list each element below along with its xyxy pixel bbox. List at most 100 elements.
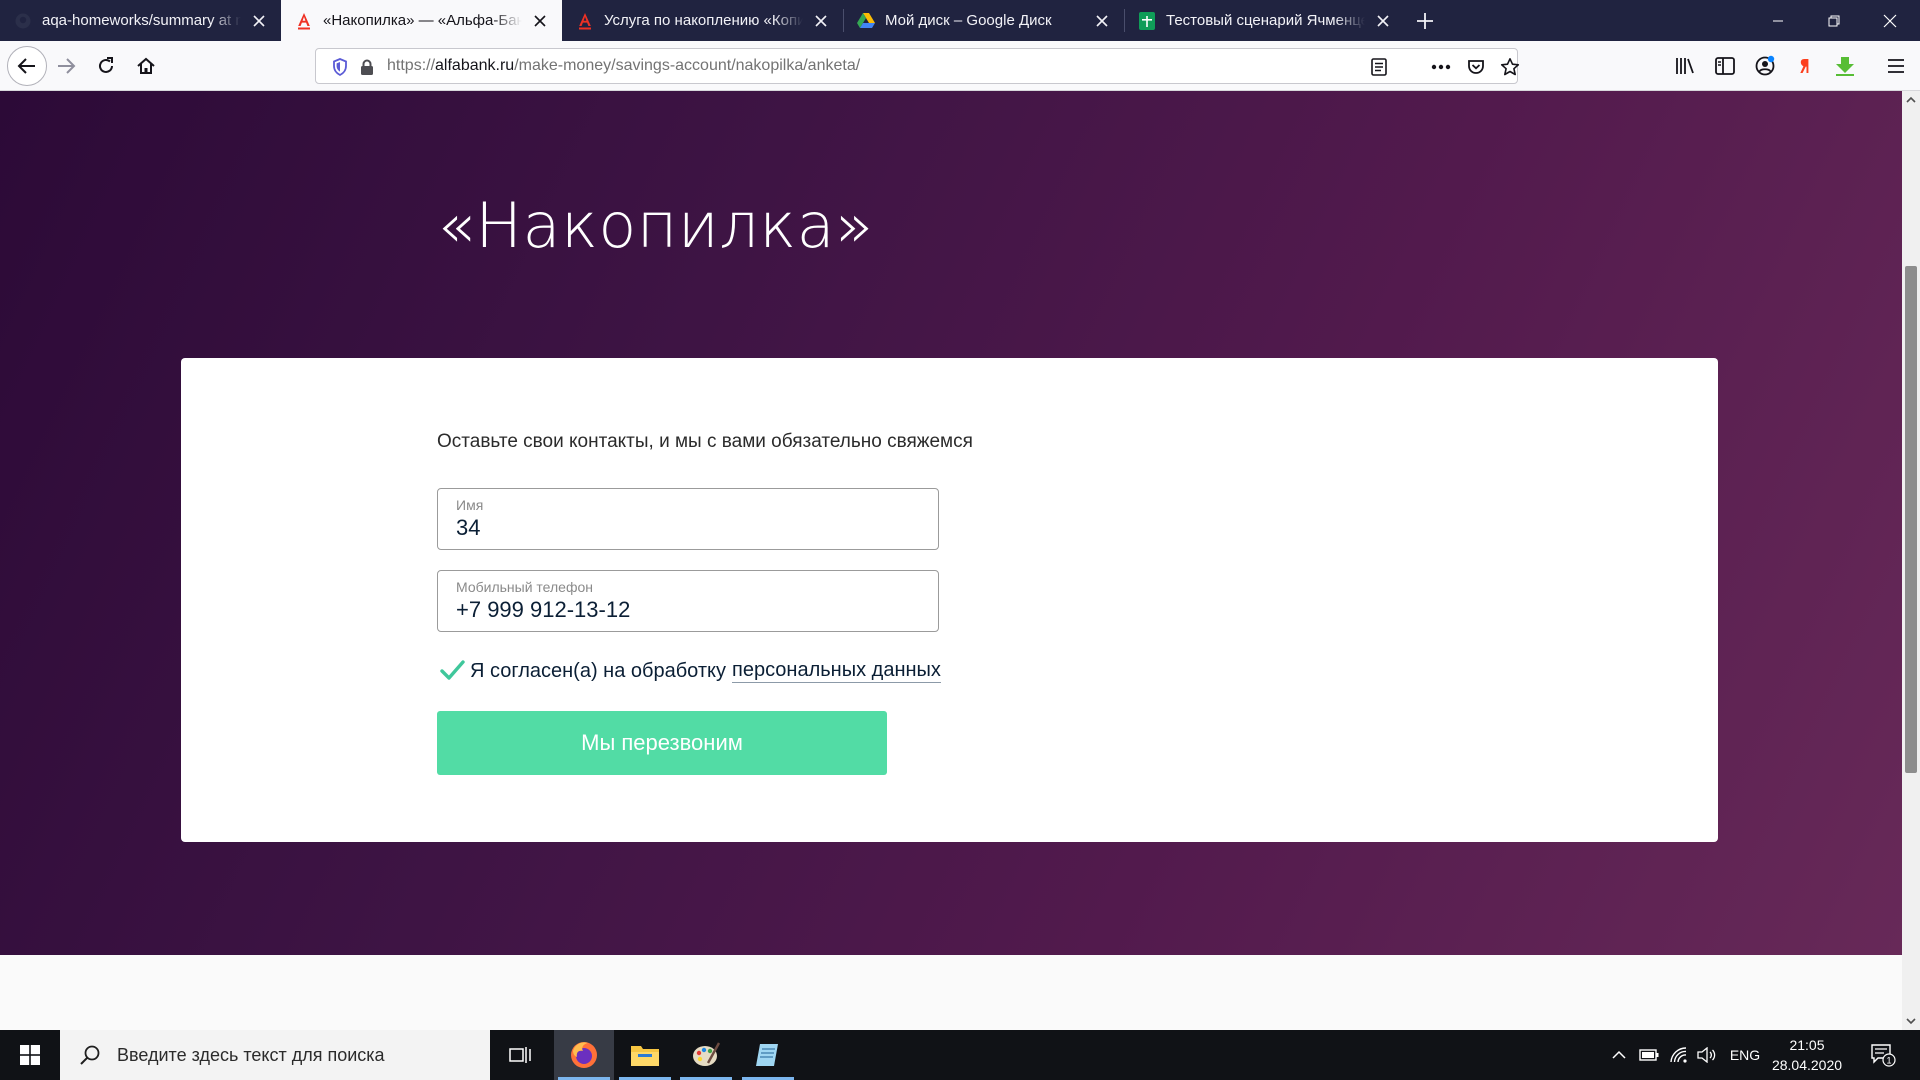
tab-github[interactable]: aqa-homeworks/summary at m [0, 0, 281, 41]
url-host: alfabank.ru [435, 57, 515, 74]
volume-button[interactable] [1693, 1030, 1721, 1080]
taskbar-firefox[interactable] [554, 1030, 614, 1080]
restore-button[interactable] [1806, 0, 1862, 41]
url-path: /make-money/savings-account/nakopilka/an… [514, 57, 861, 74]
phone-field-label: Мобильный телефон [456, 579, 593, 595]
back-button[interactable] [7, 46, 47, 86]
library-icon [1676, 58, 1694, 74]
folder-icon [631, 1046, 659, 1066]
agreement-row: Я согласен(а) на обработку персональных … [437, 656, 941, 686]
hamburger-menu-icon [1888, 59, 1904, 73]
task-view-icon [509, 1047, 531, 1063]
phone-input[interactable] [456, 597, 916, 623]
url-scheme: https:// [387, 57, 436, 74]
arrow-left-icon [17, 58, 35, 74]
windows-logo-icon [20, 1045, 40, 1065]
more-actions-icon[interactable] [1431, 57, 1451, 77]
battery-button[interactable] [1635, 1030, 1663, 1080]
windows-taskbar: Введите здесь текст для поиска ENG 21:05… [0, 1030, 1920, 1080]
tab-kopilka[interactable]: Услуга по накоплению «Копилка» [562, 0, 843, 41]
name-field-label: Имя [456, 497, 484, 513]
home-button[interactable] [130, 50, 162, 82]
close-tab-icon[interactable] [811, 11, 831, 31]
clock-date: 28.04.2020 [1771, 1057, 1843, 1073]
page-title: «Накопилка» [437, 189, 874, 262]
close-icon [1883, 14, 1897, 27]
navigation-toolbar: https://alfabank.ru/make-money/savings-a… [0, 41, 1920, 91]
reload-icon [99, 57, 113, 73]
tracking-protection-shield-icon[interactable] [330, 57, 350, 77]
tab-title: aqa-homeworks/summary at m [42, 12, 241, 29]
battery-icon [1639, 1049, 1659, 1061]
scroll-up-arrow-icon[interactable] [1902, 91, 1920, 109]
pocket-icon[interactable] [1466, 57, 1486, 77]
downloads-button[interactable] [1829, 50, 1861, 82]
callback-submit-button[interactable]: Мы перезвоним [437, 711, 887, 775]
taskbar-file-explorer[interactable] [615, 1030, 675, 1080]
google-sheets-icon [1138, 11, 1156, 30]
minimize-button[interactable] [1750, 0, 1806, 41]
close-window-button[interactable] [1862, 0, 1918, 41]
arrow-right-icon [58, 58, 76, 74]
reader-view-icon[interactable] [1369, 57, 1389, 77]
tab-title: «Накопилка» — «Альфа-Банк [323, 12, 522, 29]
notification-count: 1 [1886, 1056, 1891, 1066]
application-form-card: Оставьте свои контакты, и мы с вами обяз… [181, 358, 1718, 842]
taskbar-paint[interactable] [676, 1030, 736, 1080]
name-input[interactable] [456, 515, 916, 541]
action-center-button[interactable]: 1 [1860, 1030, 1906, 1080]
scroll-down-arrow-icon[interactable] [1902, 1012, 1920, 1030]
taskbar-clock[interactable]: 21:05 28.04.2020 [1767, 1035, 1847, 1075]
tab-google-drive[interactable]: Мой диск – Google Диск [843, 0, 1124, 41]
taskbar-notepad[interactable] [738, 1030, 798, 1080]
alfa-bank-icon [295, 12, 313, 30]
task-view-button[interactable] [490, 1030, 550, 1080]
notepad-icon [756, 1044, 778, 1066]
account-button[interactable] [1749, 50, 1781, 82]
close-tab-icon[interactable] [249, 11, 269, 31]
tab-nakopilka[interactable]: «Накопилка» — «Альфа-Банк [281, 0, 562, 41]
input-language-indicator[interactable]: ENG [1724, 1030, 1766, 1080]
scrollbar-thumb[interactable] [1905, 266, 1917, 773]
agreement-checkbox[interactable] [437, 656, 467, 686]
google-drive-icon [857, 12, 875, 30]
close-tab-icon[interactable] [1373, 11, 1393, 31]
reload-button[interactable] [90, 50, 122, 82]
name-field[interactable]: Имя [437, 488, 939, 550]
forward-button[interactable] [50, 50, 82, 82]
download-icon [1836, 57, 1854, 76]
agreement-text: Я согласен(а) на обработку [470, 659, 726, 682]
phone-field[interactable]: Мобильный телефон [437, 570, 939, 632]
close-tab-icon[interactable] [1092, 11, 1112, 31]
plus-icon [1417, 12, 1433, 29]
chevron-up-icon [1612, 1050, 1626, 1059]
account-icon [1755, 55, 1775, 76]
wifi-icon [1670, 1047, 1687, 1063]
taskbar-search-box[interactable]: Введите здесь текст для поиска [60, 1030, 490, 1080]
tab-google-sheets[interactable]: Тестовый сценарий Ячменцев [1124, 0, 1405, 41]
url-text[interactable]: https://alfabank.ru/make-money/savings-a… [387, 57, 860, 75]
clock-time: 21:05 [1789, 1037, 1825, 1053]
new-tab-button[interactable] [1405, 0, 1445, 41]
personal-data-link[interactable]: персональных данных [732, 659, 941, 683]
speaker-icon [1697, 1047, 1716, 1063]
library-button[interactable] [1669, 50, 1701, 82]
tab-title: Тестовый сценарий Ячменцев [1166, 12, 1365, 29]
close-tab-icon[interactable] [530, 11, 550, 31]
restore-icon [1828, 15, 1840, 26]
yandex-extension-button[interactable] [1789, 50, 1821, 82]
wifi-button[interactable] [1665, 1030, 1693, 1080]
tab-title: Услуга по накоплению «Копилка» [604, 12, 803, 29]
lock-icon[interactable] [357, 57, 377, 77]
tab-strip: aqa-homeworks/summary at m «Накопилка» —… [0, 0, 1920, 41]
url-bar[interactable]: https://alfabank.ru/make-money/savings-a… [315, 48, 1520, 84]
minimize-icon [1773, 20, 1783, 21]
github-icon [14, 12, 32, 30]
paint-palette-icon [693, 1042, 721, 1066]
bookmark-star-icon[interactable] [1500, 57, 1520, 77]
show-hidden-icons-button[interactable] [1605, 1030, 1633, 1080]
start-button[interactable] [0, 1030, 60, 1080]
page-scrollbar[interactable] [1902, 91, 1920, 1030]
sidebar-button[interactable] [1709, 50, 1741, 82]
menu-button[interactable] [1880, 50, 1912, 82]
